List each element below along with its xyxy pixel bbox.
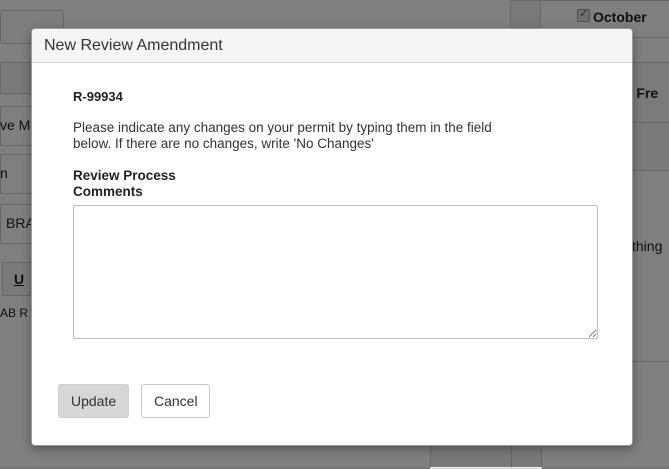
review-amendment-dialog: New Review Amendment R-99934 Please indi… bbox=[31, 28, 633, 446]
instructions-text: Please indicate any changes on your perm… bbox=[73, 120, 492, 151]
comments-textarea[interactable] bbox=[73, 205, 598, 339]
update-button[interactable]: Update bbox=[58, 384, 129, 418]
comments-label: Review Process Comments bbox=[73, 168, 176, 199]
cancel-button[interactable]: Cancel bbox=[141, 384, 210, 418]
dialog-body: R-99934 Please indicate any changes on y… bbox=[73, 89, 598, 339]
record-id: R-99934 bbox=[73, 89, 123, 104]
dialog-header: New Review Amendment bbox=[32, 29, 632, 63]
dialog-title: New Review Amendment bbox=[44, 36, 223, 54]
dialog-footer: Update Cancel bbox=[58, 384, 210, 418]
